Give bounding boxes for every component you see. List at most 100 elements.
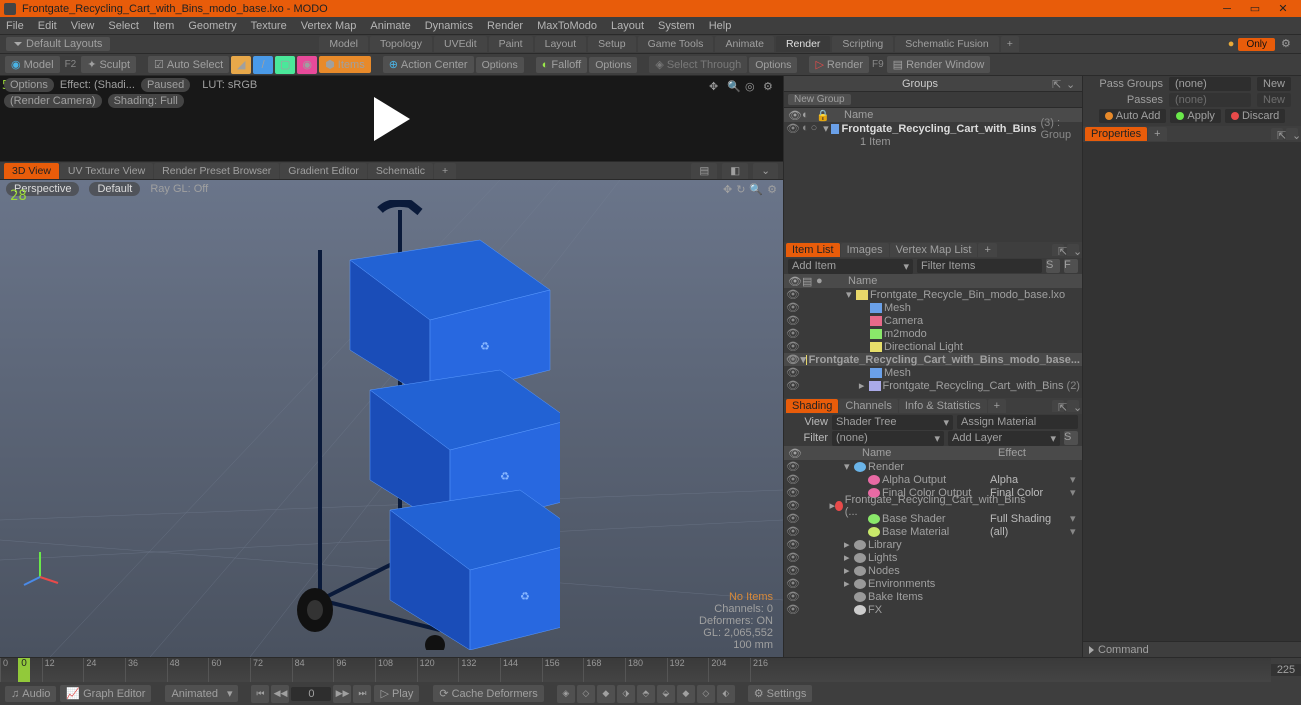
vtab-icon2[interactable]: ◧ xyxy=(722,163,748,179)
vtab-preset[interactable]: Render Preset Browser xyxy=(154,163,279,179)
vp-gear-icon[interactable]: ⚙ xyxy=(767,183,777,196)
passes-value[interactable]: (none) xyxy=(1169,93,1251,107)
menu-edit[interactable]: Edit xyxy=(38,20,57,32)
ptab-images[interactable]: Images xyxy=(841,243,889,257)
minimize-button[interactable]: ─ xyxy=(1213,3,1241,15)
key-h-icon[interactable]: ◇ xyxy=(697,685,715,703)
vtab-icon1[interactable]: ▤ xyxy=(691,163,717,179)
key-c-icon[interactable]: ◆ xyxy=(597,685,615,703)
close-button[interactable]: ✕ xyxy=(1269,2,1297,15)
vtab-add[interactable]: + xyxy=(434,163,456,179)
rp-shading[interactable]: Shading: Full xyxy=(108,94,184,108)
gear-icon[interactable]: ⚙ xyxy=(1281,37,1295,51)
rp-move-icon[interactable]: ✥ xyxy=(709,80,723,94)
tab-schematic[interactable]: Schematic Fusion xyxy=(895,36,998,52)
vp-rotate-icon[interactable]: ↻ xyxy=(736,183,745,196)
il-min-icon[interactable]: ⌄ xyxy=(1067,244,1079,256)
rp-target-icon[interactable]: ◎ xyxy=(745,80,759,94)
shading-row[interactable]: 👁▸Environments xyxy=(784,577,1082,590)
group-subrow[interactable]: 1 Item xyxy=(784,135,1082,148)
cache-deformers-button[interactable]: ⟳Cache Deformers xyxy=(433,685,543,702)
shading-row[interactable]: 👁Base ShaderFull Shading▾ xyxy=(784,512,1082,525)
tab-uvedit[interactable]: UVEdit xyxy=(434,36,487,52)
sh-s-button[interactable]: S xyxy=(1064,431,1078,445)
key-g-icon[interactable]: ◆ xyxy=(677,685,695,703)
menu-help[interactable]: Help xyxy=(709,20,732,32)
action-center-button[interactable]: ⊕Action Center xyxy=(383,56,474,73)
autoadd-button[interactable]: Auto Add xyxy=(1099,109,1167,123)
tab-model[interactable]: Model xyxy=(319,36,368,52)
command-label[interactable]: Command xyxy=(1098,644,1149,656)
shading-row[interactable]: 👁▾Render xyxy=(784,460,1082,473)
vtab-icon3[interactable]: ⌄ xyxy=(753,163,778,179)
current-frame[interactable]: 0 xyxy=(291,687,331,701)
shading-row[interactable]: 👁▸Library xyxy=(784,538,1082,551)
tab-layout[interactable]: Layout xyxy=(535,36,587,52)
sculpt-button[interactable]: ✦Sculpt xyxy=(81,56,136,73)
tab-paint[interactable]: Paint xyxy=(489,36,533,52)
shading-row[interactable]: 👁▸Lights xyxy=(784,551,1082,564)
discard-button[interactable]: Discard xyxy=(1225,109,1285,123)
vtab-uv[interactable]: UV Texture View xyxy=(60,163,153,179)
menu-animate[interactable]: Animate xyxy=(370,20,410,32)
command-expand-icon[interactable] xyxy=(1089,646,1094,654)
new-group-button[interactable]: New Group xyxy=(788,94,851,105)
item-row[interactable]: 👁Mesh xyxy=(784,301,1082,314)
shading-row[interactable]: 👁FX xyxy=(784,603,1082,616)
ptab-add[interactable]: + xyxy=(978,243,996,257)
grp-col-eye[interactable]: 👁 xyxy=(788,109,800,121)
key-b-icon[interactable]: ◇ xyxy=(577,685,595,703)
rp-gear-icon[interactable]: ⚙ xyxy=(763,80,777,94)
menu-item[interactable]: Item xyxy=(153,20,174,32)
rp-zoom-icon[interactable]: 🔍 xyxy=(727,80,741,94)
ptab-shading[interactable]: Shading xyxy=(786,399,838,413)
add-item-dropdown[interactable]: Add Item▾ xyxy=(788,259,913,274)
passgroups-value[interactable]: (none) xyxy=(1169,77,1251,91)
render-button[interactable]: ▷Render xyxy=(809,56,869,73)
menu-view[interactable]: View xyxy=(71,20,95,32)
autoselect-button[interactable]: ☑Auto Select xyxy=(148,56,229,73)
mat-mode-icon[interactable]: ◉ xyxy=(297,56,317,74)
groups-pop-icon[interactable]: ⇱ xyxy=(1052,78,1064,90)
ptab-vmap[interactable]: Vertex Map List xyxy=(890,243,978,257)
maximize-button[interactable]: ▭ xyxy=(1241,2,1269,15)
poly-mode-icon[interactable]: ▢ xyxy=(275,56,295,74)
group-row[interactable]: 👁◐○ ▾ Frontgate_Recycling_Cart_with_Bins… xyxy=(784,122,1082,135)
item-row[interactable]: 👁▾Frontgate_Recycling_Cart_with_Bins_mod… xyxy=(784,353,1082,366)
filter-items-dropdown[interactable]: Filter Items xyxy=(917,259,1042,273)
apply-button[interactable]: Apply xyxy=(1170,109,1221,123)
item-row[interactable]: 👁▸Frontgate_Recycling_Cart_with_Bins(2) xyxy=(784,379,1082,392)
goto-end-icon[interactable]: ⏭ xyxy=(353,685,371,703)
menu-render[interactable]: Render xyxy=(487,20,523,32)
tab-gametools[interactable]: Game Tools xyxy=(638,36,714,52)
props-pop-icon[interactable]: ⇱ xyxy=(1271,128,1283,140)
tab-animate[interactable]: Animate xyxy=(715,36,774,52)
vp-zoom-icon[interactable]: 🔍 xyxy=(749,183,763,196)
playhead[interactable]: 0 xyxy=(18,658,30,682)
il-col-a[interactable]: ▤ xyxy=(802,275,814,287)
add-layer-dropdown[interactable]: Add Layer▾ xyxy=(948,431,1060,446)
rp-lut[interactable]: LUT: sRGB xyxy=(202,79,257,91)
vertex-mode-icon[interactable]: ◢ xyxy=(231,56,251,74)
il-col-eye[interactable]: 👁 xyxy=(788,275,800,287)
vp-raygl[interactable]: Ray GL: Off xyxy=(150,183,208,195)
key-d-icon[interactable]: ⬗ xyxy=(617,685,635,703)
menu-geometry[interactable]: Geometry xyxy=(188,20,236,32)
vtab-gradient[interactable]: Gradient Editor xyxy=(280,163,367,179)
shader-view-dropdown[interactable]: Shader Tree▾ xyxy=(832,415,953,430)
only-badge[interactable]: Only xyxy=(1238,38,1275,51)
vtab-schematic[interactable]: Schematic xyxy=(368,163,433,179)
grp-col-a[interactable]: ◐ xyxy=(802,109,814,121)
play-icon[interactable] xyxy=(374,97,410,141)
settings-button[interactable]: ⚙Settings xyxy=(748,685,813,702)
key-e-icon[interactable]: ⬘ xyxy=(637,685,655,703)
edge-mode-icon[interactable]: / xyxy=(253,56,273,74)
key-i-icon[interactable]: ⬖ xyxy=(717,685,735,703)
render-window-button[interactable]: ▤Render Window xyxy=(887,56,991,73)
options1-button[interactable]: Options xyxy=(476,57,524,73)
groups-min-icon[interactable]: ⌄ xyxy=(1066,78,1078,90)
assign-material-button[interactable]: Assign Material xyxy=(957,415,1078,429)
audio-button[interactable]: ♫Audio xyxy=(5,686,56,702)
menu-file[interactable]: File xyxy=(6,20,24,32)
shading-row[interactable]: 👁Base Material(all)▾ xyxy=(784,525,1082,538)
